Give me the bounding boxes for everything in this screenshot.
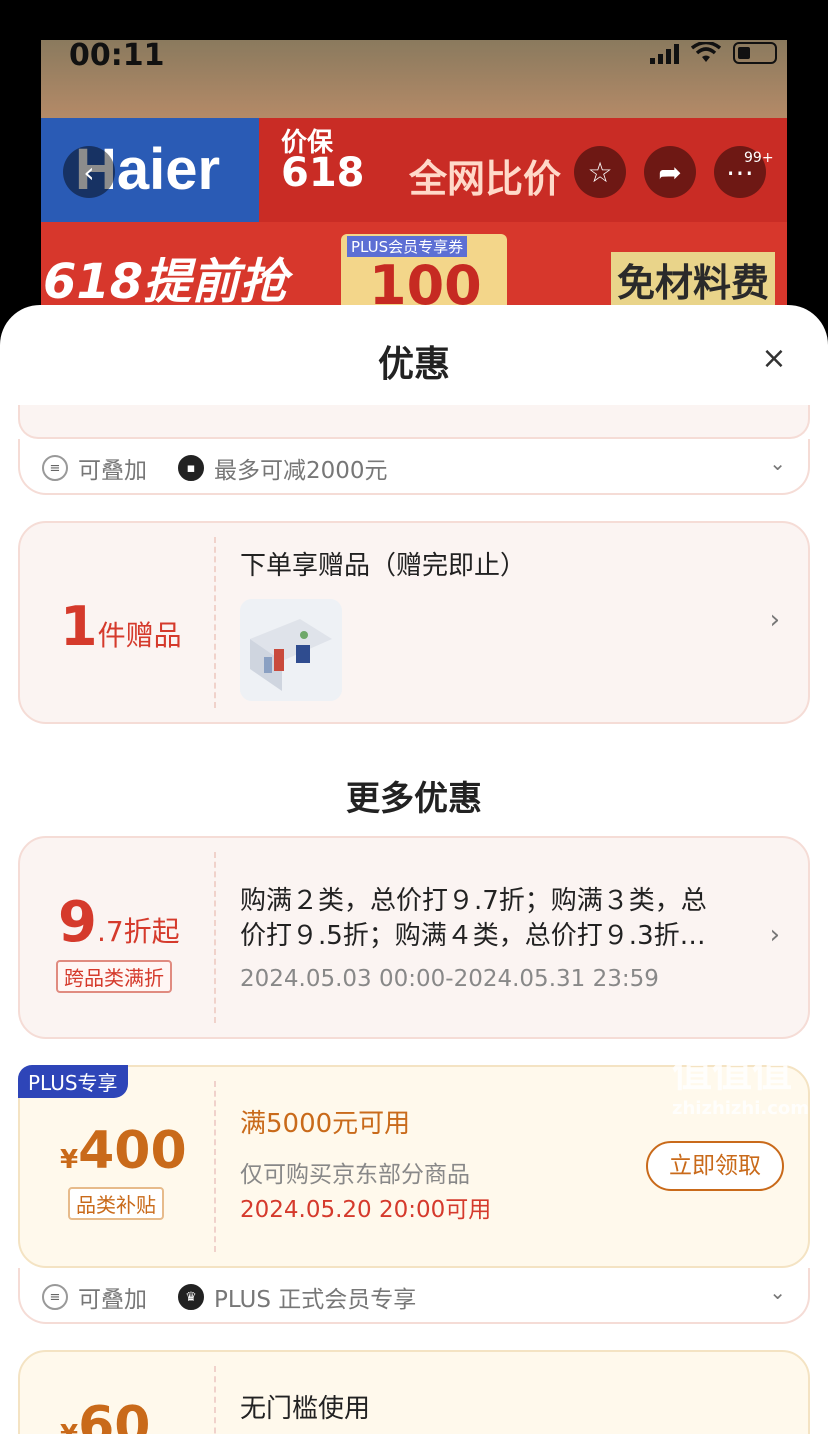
gift-count: 1 件赠品 xyxy=(60,595,182,658)
status-time: 00:11 xyxy=(69,40,165,73)
more-discounts-title: 更多优惠 xyxy=(346,779,482,819)
reduce-icon: ▪ xyxy=(178,455,204,481)
signal-icon xyxy=(650,42,679,64)
compare-text: 全网比价 xyxy=(409,157,562,201)
price-protect-banner: 价保 618 全网比价 xyxy=(259,118,787,222)
chevron-down-icon[interactable]: ⌄ xyxy=(769,451,786,475)
stack-label: 可叠加 xyxy=(78,458,147,484)
wifi-icon xyxy=(691,42,721,62)
max-reduce-label: 最多可减2000元 xyxy=(214,458,388,484)
share-icon[interactable]: ➦ xyxy=(644,146,696,198)
message-count-badge: 99+ xyxy=(744,150,774,166)
favorite-icon[interactable]: ☆ xyxy=(574,146,626,198)
crown-icon: ♛ xyxy=(178,1284,204,1310)
watermark: 值值值 zhizhizhi.com xyxy=(672,1050,810,1119)
coupon-card-partial xyxy=(18,405,810,439)
free-material-text: 免材料费 xyxy=(611,252,776,307)
stack-icon: ≡ xyxy=(42,455,68,481)
top-card-footer[interactable]: ≡ 可叠加 ▪ 最多可减2000元 ⌄ xyxy=(18,439,810,495)
gift-image xyxy=(240,599,342,701)
stack-icon: ≡ xyxy=(42,1284,68,1310)
cross-category-tag: 跨品类满折 xyxy=(56,960,172,993)
promo-618-text: 618提前抢 xyxy=(43,254,288,310)
sheet-title: 优惠 xyxy=(377,344,450,385)
chevron-right-icon[interactable]: › xyxy=(770,605,780,635)
back-icon[interactable]: ‹ xyxy=(63,146,115,198)
discount-value: 9 .7折起 xyxy=(58,890,180,955)
plus-card-footer[interactable]: ≡ 可叠加 ♛ PLUS 正式会员专享 ⌄ xyxy=(18,1268,810,1324)
no-threshold-coupon-card: ¥ 60 无门槛使用 xyxy=(18,1350,810,1434)
plus-member-label: PLUS 正式会员专享 xyxy=(214,1287,417,1313)
cross-category-discount-card[interactable]: 9 .7折起 跨品类满折 购满２类，总价打９.7折；购满３类，总 价打９.5折；… xyxy=(18,836,810,1039)
stack-label: 可叠加 xyxy=(78,1287,147,1313)
coupon-start-time: 2024.05.20 20:00可用 xyxy=(240,1197,492,1223)
claim-now-button[interactable]: 立即领取 xyxy=(646,1141,784,1191)
status-bar: 00:11 xyxy=(41,40,787,73)
category-subsidy-tag: 品类补贴 xyxy=(68,1187,164,1220)
chevron-down-icon[interactable]: ⌄ xyxy=(769,1280,786,1304)
close-button[interactable]: × xyxy=(758,343,790,375)
plus-coupon-image: PLUS会员专享券 100 xyxy=(341,234,507,317)
coupon-condition: 满5000元可用 xyxy=(240,1109,411,1139)
gift-card[interactable]: 1 件赠品 下单享赠品（赠完即止） › xyxy=(18,521,810,724)
plus-exclusive-badge: PLUS专享 xyxy=(18,1065,128,1098)
discount-period: 2024.05.03 00:00-2024.05.31 23:59 xyxy=(240,966,659,992)
gift-title: 下单享赠品（赠完即止） xyxy=(240,551,527,581)
coupon-amount: ¥ 400 xyxy=(60,1121,187,1181)
coupon-scope: 仅可购买京东部分商品 xyxy=(240,1162,470,1188)
status-icons xyxy=(650,42,777,64)
discount-desc-line2: 价打９.5折；购满４类，总价打９.3折… xyxy=(240,921,706,951)
no-threshold-title: 无门槛使用 xyxy=(240,1394,371,1424)
price-protect-label: 价保 618 xyxy=(281,128,365,196)
chevron-right-icon[interactable]: › xyxy=(770,920,780,950)
battery-icon xyxy=(733,42,777,64)
discount-desc-line1: 购满２类，总价打９.7折；购满３类，总 xyxy=(240,886,707,916)
coupon-amount: ¥ 60 xyxy=(60,1396,151,1434)
discount-sheet: 优惠 × ≡ 可叠加 ▪ 最多可减2000元 ⌄ 1 件赠品 下单享赠品（赠完即… xyxy=(0,305,828,1434)
